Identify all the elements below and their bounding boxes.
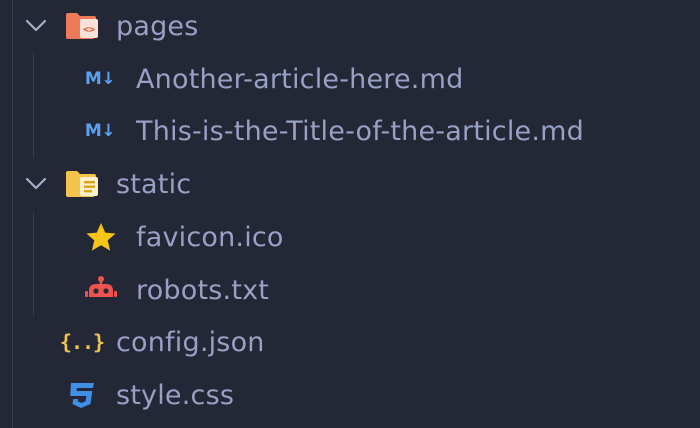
markdown-icon: M↓ <box>84 121 116 141</box>
css-icon <box>64 377 100 413</box>
file-style-css[interactable]: style.css <box>0 369 700 421</box>
markdown-icon: M↓ <box>84 69 116 89</box>
star-icon <box>83 219 119 255</box>
file-favicon[interactable]: favicon.ico <box>0 211 700 263</box>
file-label: Another-article-here.md <box>136 63 464 95</box>
robot-icon <box>83 272 119 308</box>
folder-static[interactable]: static <box>0 158 700 210</box>
folder-static-open-icon <box>64 166 100 202</box>
chevron-down-icon[interactable] <box>23 171 49 197</box>
file-robots[interactable]: robots.txt <box>0 264 700 316</box>
file-label: robots.txt <box>136 274 270 306</box>
file-label: config.json <box>116 326 265 358</box>
file-explorer-tree: <> pages M↓ Another-article-here.md M↓ T… <box>0 0 700 428</box>
file-config-json[interactable]: {..} config.json <box>0 316 700 368</box>
folder-label: pages <box>116 10 199 42</box>
file-title-article[interactable]: M↓ This-is-the-Title-of-the-article.md <box>0 105 700 157</box>
svg-text:<>: <> <box>83 25 95 36</box>
file-another-article[interactable]: M↓ Another-article-here.md <box>0 53 700 105</box>
file-label: style.css <box>116 379 235 411</box>
chevron-down-icon[interactable] <box>23 13 49 39</box>
folder-pages[interactable]: <> pages <box>0 0 700 52</box>
folder-label: static <box>116 168 192 200</box>
json-icon: {..} <box>59 330 105 354</box>
folder-pages-open-icon: <> <box>64 8 100 44</box>
file-label: favicon.ico <box>136 221 284 253</box>
file-label: This-is-the-Title-of-the-article.md <box>136 115 584 147</box>
